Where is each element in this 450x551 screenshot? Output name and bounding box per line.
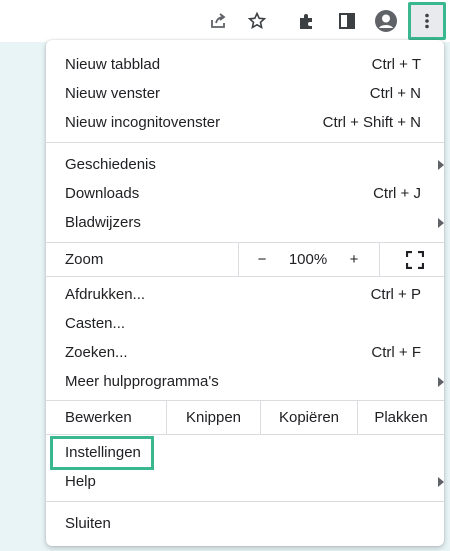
menu-item-label: Downloads — [65, 185, 140, 202]
menu-item-history[interactable]: Geschiedenis — [46, 150, 444, 179]
menu-item-new-window[interactable]: Nieuw venster Ctrl + N — [46, 79, 444, 108]
zoom-level: 100% — [288, 251, 328, 268]
menu-item-new-incognito-window[interactable]: Nieuw incognitovenster Ctrl + Shift + N — [46, 108, 444, 137]
edit-label: Bewerken — [65, 409, 132, 426]
menu-item-more-tools[interactable]: Meer hulpprogramma's — [46, 367, 444, 396]
menu-item-shortcut: Ctrl + T — [371, 56, 421, 73]
menu-item-shortcut: Ctrl + N — [369, 85, 421, 102]
zoom-divider — [238, 243, 239, 276]
menu-item-label: Nieuw tabblad — [65, 56, 161, 73]
menu-item-label: Geschiedenis — [65, 156, 156, 173]
menu-item-cast[interactable]: Casten... — [46, 309, 444, 338]
menu-item-bookmarks[interactable]: Bladwijzers — [46, 208, 444, 237]
fullscreen-icon — [405, 250, 425, 270]
menu-item-label: Bladwijzers — [65, 214, 141, 231]
submenu-arrow-icon — [438, 218, 444, 228]
menu-item-label: Nieuw incognitovenster — [65, 114, 221, 131]
menu-item-downloads[interactable]: Downloads Ctrl + J — [46, 179, 444, 208]
submenu-arrow-icon — [438, 160, 444, 170]
menu-item-shortcut: Ctrl + F — [371, 344, 421, 361]
menu-item-label: Afdrukken... — [65, 286, 146, 303]
submenu-arrow-icon — [438, 377, 444, 387]
menu-item-find[interactable]: Zoeken... Ctrl + F — [46, 338, 444, 367]
side-panel-icon[interactable] — [332, 6, 362, 36]
menu-item-label: Casten... — [65, 315, 126, 332]
menu-item-label: Help — [65, 473, 96, 490]
menu-item-print[interactable]: Afdrukken... Ctrl + P — [46, 280, 444, 309]
edit-row: Bewerken Knippen Kopiëren Plakken — [46, 400, 444, 435]
menu-item-label: Nieuw venster — [65, 85, 161, 102]
zoom-label: Zoom — [65, 251, 104, 268]
fullscreen-button[interactable] — [402, 243, 428, 276]
settings-highlight-box — [50, 436, 154, 470]
browser-toolbar — [0, 0, 450, 42]
menu-separator — [46, 142, 444, 143]
kebab-menu-icon[interactable] — [412, 6, 442, 36]
copy-button[interactable]: Kopiëren — [261, 401, 357, 434]
menu-item-shortcut: Ctrl + Shift + N — [322, 114, 421, 131]
menu-item-help[interactable]: Help — [46, 467, 444, 496]
share-icon[interactable] — [203, 6, 233, 36]
menu-item-label: Meer hulpprogramma's — [65, 373, 219, 390]
paste-button[interactable]: Plakken — [358, 401, 444, 434]
zoom-in-button[interactable]: + — [338, 243, 370, 276]
cut-button[interactable]: Knippen — [167, 401, 260, 434]
zoom-out-button[interactable]: − — [246, 243, 278, 276]
menu-item-exit[interactable]: Sluiten — [46, 509, 444, 538]
menu-item-label: Sluiten — [65, 515, 111, 532]
zoom-divider — [379, 243, 380, 276]
bookmark-star-icon[interactable] — [242, 6, 272, 36]
menu-item-new-tab[interactable]: Nieuw tabblad Ctrl + T — [46, 50, 444, 79]
menu-item-label: Zoeken... — [65, 344, 128, 361]
chrome-main-menu: Nieuw tabblad Ctrl + T Nieuw venster Ctr… — [46, 40, 444, 546]
menu-item-shortcut: Ctrl + P — [370, 286, 421, 303]
menu-item-shortcut: Ctrl + J — [373, 185, 421, 202]
zoom-row: Zoom − 100% + — [46, 242, 444, 277]
profile-icon[interactable] — [371, 6, 401, 36]
menu-separator — [46, 501, 444, 502]
submenu-arrow-icon — [438, 477, 444, 487]
extensions-icon[interactable] — [292, 6, 322, 36]
